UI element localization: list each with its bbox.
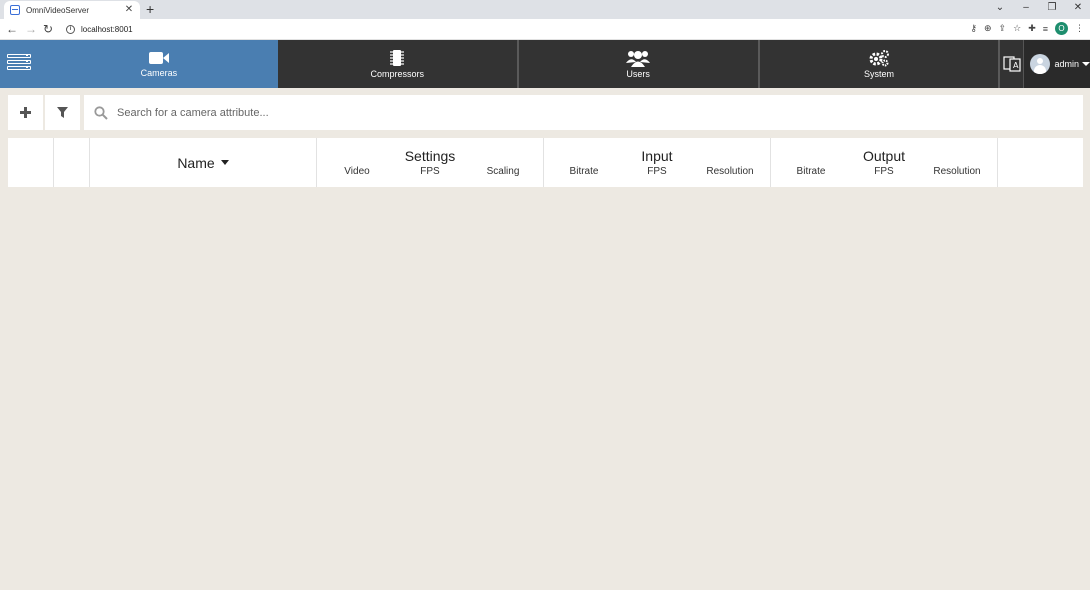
input-resolution-header[interactable]: Resolution (700, 166, 760, 177)
settings-column-group: Settings Video FPS Scaling (317, 138, 544, 187)
address-bar[interactable]: i localhost:8001 (60, 21, 1070, 37)
status-column-header (54, 138, 90, 187)
bookmark-star-icon[interactable]: ☆ (1013, 23, 1021, 34)
output-column-group: Output Bitrate FPS Resolution (771, 138, 998, 187)
output-group-title: Output (862, 148, 906, 164)
settings-video-header[interactable]: Video (327, 166, 387, 177)
browser-tab[interactable]: OmniVideoServer ✕ (4, 1, 140, 19)
app-top-nav: Cameras Compressors Users System A admin (0, 40, 1090, 88)
translate-icon: A (1003, 56, 1021, 72)
user-avatar-icon (1030, 54, 1051, 74)
chip-icon (390, 50, 405, 66)
nav-cameras-label: Cameras (140, 68, 178, 78)
search-input[interactable] (117, 106, 1017, 119)
output-bitrate-header[interactable]: Bitrate (781, 166, 841, 177)
tab-search-icon[interactable]: ⌄ (994, 2, 1006, 13)
close-window-icon[interactable]: ✕ (1072, 2, 1084, 13)
share-icon[interactable]: ⇪ (999, 23, 1007, 34)
nav-system[interactable]: System (760, 40, 1001, 88)
browser-menu-icon[interactable]: ⋮ (1075, 23, 1084, 34)
camera-toolbar (8, 95, 80, 130)
settings-group-title: Settings (404, 148, 456, 164)
nav-users[interactable]: Users (519, 40, 760, 88)
sidebar-toggle[interactable] (0, 40, 40, 88)
video-camera-icon (148, 52, 169, 64)
nav-system-label: System (864, 69, 895, 79)
reload-icon[interactable]: ↻ (43, 22, 53, 36)
output-resolution-header[interactable]: Resolution (927, 166, 987, 177)
add-camera-button[interactable] (8, 95, 43, 130)
filter-icon (57, 107, 68, 118)
nav-users-label: Users (626, 69, 650, 79)
search-bar (84, 95, 1083, 130)
actions-column-header (998, 138, 1083, 187)
extensions-icon[interactable]: ✚ (1028, 23, 1036, 34)
camera-table-header: Name Settings Video FPS Scaling Input Bi… (8, 138, 1083, 187)
output-fps-header[interactable]: FPS (854, 166, 914, 177)
minimize-icon[interactable]: – (1020, 2, 1032, 13)
new-tab-icon[interactable]: + (146, 2, 154, 16)
browser-extension-icons: ⚷ ⊕ ⇪ ☆ ✚ ≡ O ⋮ (970, 22, 1084, 35)
close-tab-icon[interactable]: ✕ (124, 5, 134, 15)
settings-scaling-header[interactable]: Scaling (473, 166, 533, 177)
browser-tabstrip: OmniVideoServer ✕ + ⌄ – ❐ ✕ (0, 0, 1090, 19)
browser-tab-title: OmniVideoServer (26, 5, 89, 15)
input-group-title: Input (641, 148, 673, 164)
site-info-icon[interactable]: i (66, 24, 75, 34)
name-header-label: Name (177, 154, 215, 171)
users-icon (626, 51, 651, 67)
sort-desc-icon (220, 160, 229, 165)
browser-toolbar: ← → ↻ i localhost:8001 ⚷ ⊕ ⇪ ☆ ✚ ≡ O ⋮ (0, 19, 1090, 40)
input-fps-header[interactable]: FPS (627, 166, 687, 177)
gears-icon (869, 50, 890, 67)
user-menu[interactable]: admin (1024, 40, 1090, 88)
url-text: localhost:8001 (81, 24, 133, 34)
window-controls: ⌄ – ❐ ✕ (994, 2, 1084, 13)
restore-icon[interactable]: ❐ (1046, 2, 1058, 13)
page-favicon-icon (10, 5, 20, 15)
svg-text:A: A (1013, 61, 1019, 70)
chevron-down-icon (1081, 62, 1090, 66)
nav-compressors[interactable]: Compressors (278, 40, 519, 88)
zoom-icon[interactable]: ⊕ (984, 23, 992, 34)
nav-cameras[interactable]: Cameras (39, 40, 278, 88)
name-column-header[interactable]: Name (90, 138, 317, 187)
select-column-header[interactable] (8, 138, 54, 187)
filter-button[interactable] (45, 95, 80, 130)
input-bitrate-header[interactable]: Bitrate (554, 166, 614, 177)
plus-icon (20, 107, 31, 118)
input-column-group: Input Bitrate FPS Resolution (544, 138, 771, 187)
user-name: admin (1054, 59, 1079, 69)
profile-avatar[interactable]: O (1055, 22, 1068, 35)
search-icon (94, 105, 108, 120)
back-icon[interactable]: ← (6, 22, 18, 36)
language-button[interactable]: A (1000, 40, 1025, 88)
key-icon[interactable]: ⚷ (970, 23, 977, 34)
reading-list-icon[interactable]: ≡ (1043, 24, 1048, 34)
nav-compressors-label: Compressors (370, 69, 425, 79)
server-list-menu-icon (7, 54, 31, 73)
settings-fps-header[interactable]: FPS (400, 166, 460, 177)
forward-icon[interactable]: → (25, 22, 37, 36)
